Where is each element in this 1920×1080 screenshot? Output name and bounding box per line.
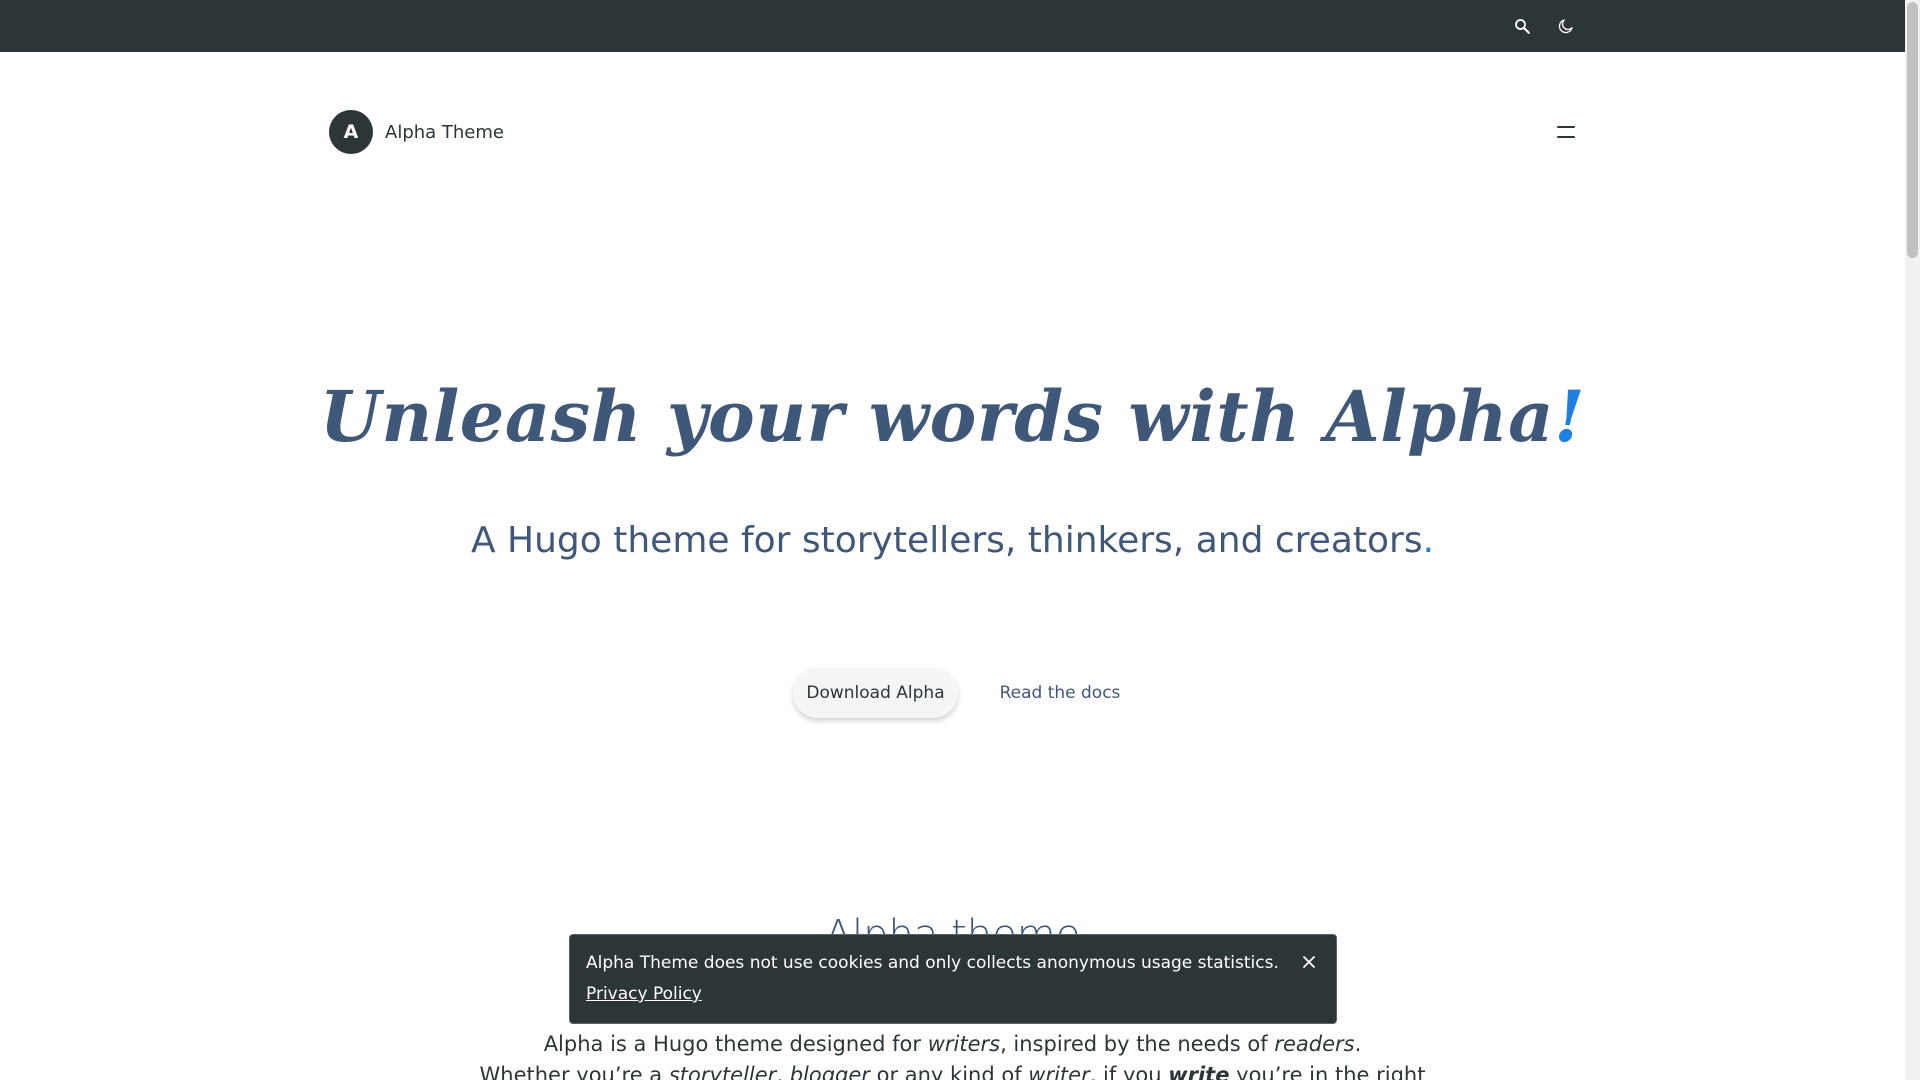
site-logo: A [329, 110, 373, 154]
download-button[interactable]: Download Alpha [793, 668, 958, 718]
intro-text-segment: , inspired by the needs of [1000, 1032, 1275, 1056]
intro-em: storyteller [668, 1063, 777, 1080]
intro-text: Alpha is a Hugo theme designed for write… [0, 1029, 1905, 1080]
scrollbar[interactable] [1905, 0, 1920, 1080]
intro-text-segment: , [776, 1063, 790, 1080]
intro-em: readers [1274, 1032, 1355, 1056]
intro-text-segment: . [1354, 1032, 1362, 1056]
intro-text-segment: or any kind of [869, 1063, 1029, 1080]
close-icon[interactable] [1298, 951, 1320, 973]
hero-subtitle-text: A Hugo theme for storytellers, thinkers,… [470, 520, 1423, 561]
moon-icon[interactable] [1554, 14, 1578, 38]
read-docs-link[interactable]: Read the docs [990, 668, 1130, 718]
privacy-policy-link[interactable]: Privacy Policy [586, 984, 702, 1004]
site-brand[interactable]: A Alpha Theme [329, 110, 504, 154]
intro-text-segment: Whether you’re a [479, 1063, 669, 1080]
intro-em: writer [1028, 1063, 1090, 1080]
hero-title: Unleash your words with Alpha! [0, 375, 1905, 458]
hero-title-accent: ! [1553, 375, 1586, 458]
cookie-banner: Alpha Theme does not use cookies and onl… [569, 934, 1337, 1024]
cookie-message: Alpha Theme does not use cookies and onl… [586, 953, 1279, 973]
hero-title-text: Unleash your words with Alpha [319, 375, 1554, 458]
scrollbar-thumb[interactable] [1907, 2, 1918, 258]
intro-line-2: Whether you’re a storyteller, blogger or… [0, 1060, 1905, 1080]
hero-subtitle-accent: . [1422, 520, 1435, 561]
hero-subtitle: A Hugo theme for storytellers, thinkers,… [0, 520, 1905, 561]
intro-strong: write [1168, 1063, 1230, 1080]
intro-text-segment: , if you [1089, 1063, 1169, 1080]
search-icon[interactable] [1510, 14, 1534, 38]
top-bar [0, 0, 1905, 52]
menu-icon[interactable] [1554, 120, 1578, 144]
intro-em: writers [927, 1032, 1001, 1056]
intro-text-segment: Alpha is a Hugo theme designed for [543, 1032, 928, 1056]
intro-text-segment: you’re in the right [1229, 1063, 1426, 1080]
intro-line-1: Alpha is a Hugo theme designed for write… [0, 1029, 1905, 1060]
intro-em: blogger [789, 1063, 870, 1080]
site-name: Alpha Theme [385, 121, 504, 143]
